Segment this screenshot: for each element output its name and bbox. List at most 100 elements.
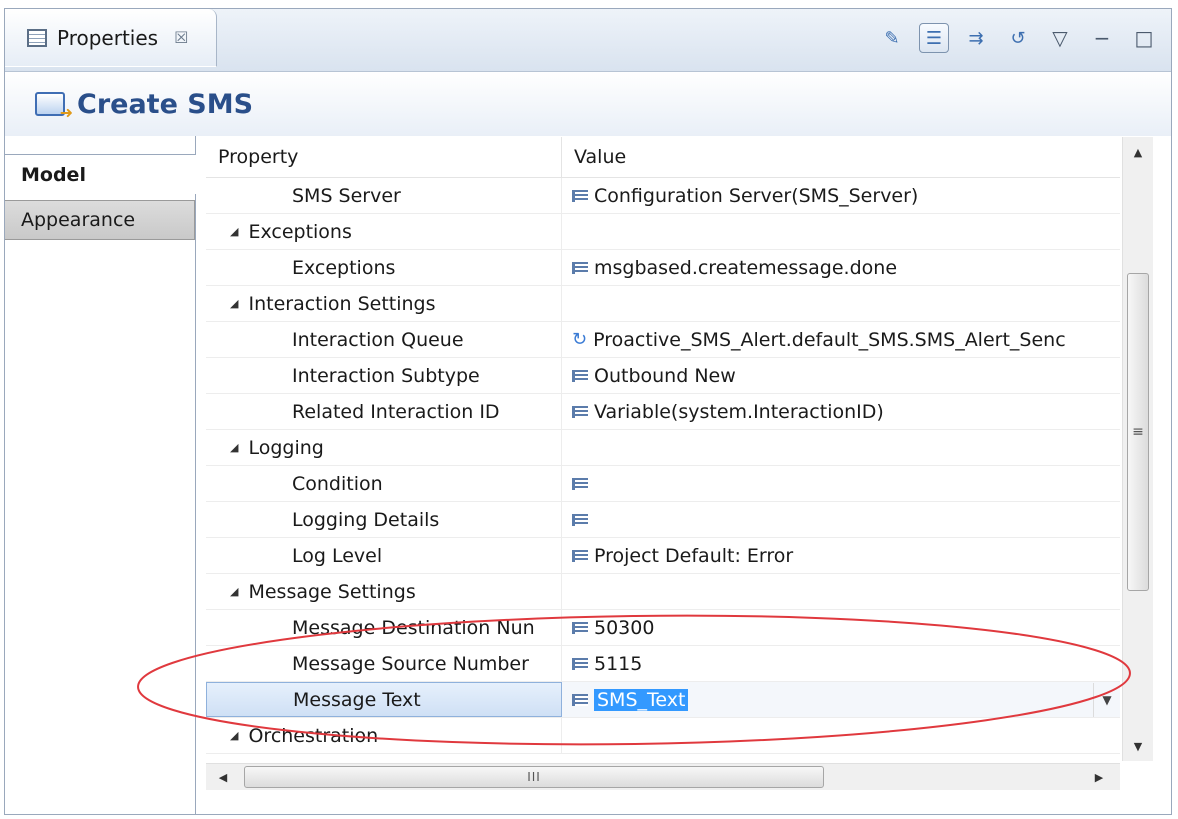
tab-model[interactable]: Model [5,154,196,194]
value-cell[interactable] [562,466,1120,501]
property-cell: ◢ Message Settings [206,574,562,609]
scroll-down-icon[interactable]: ▼ [1123,735,1153,757]
table-row[interactable]: Message Source Number 5115 [206,646,1120,682]
category-row[interactable]: ◢ Interaction Settings [206,286,1120,322]
value-label: Project Default: Error [594,544,794,567]
property-label: Interaction Subtype [292,364,480,387]
expand-triangle-icon[interactable]: ◢ [230,729,238,742]
dropdown-arrow-icon[interactable]: ▼ [1093,682,1120,717]
property-cell: Exceptions [206,250,562,285]
property-label: Message Source Number [292,652,529,675]
column-header-property[interactable]: Property [206,137,562,177]
property-label: Message Text [293,688,421,711]
scroll-right-icon[interactable]: ▶ [1086,764,1112,790]
value-cell[interactable]: SMS_Text ▼ [562,682,1120,717]
property-cell: SMS Server [206,178,562,213]
property-label: Orchestration [248,724,379,747]
value-cell [562,718,1120,753]
value-cell[interactable]: msgbased.createmessage.done [562,250,1120,285]
value-cell[interactable]: 50300 [562,610,1120,645]
category-row[interactable]: ◢ Exceptions [206,214,1120,250]
section-tabs: Model Appearance [5,136,196,814]
value-cell [562,214,1120,249]
scroll-left-icon[interactable]: ◀ [210,764,236,790]
property-cell: Message Destination Nun [206,610,562,645]
pin-icon[interactable]: ✎ [877,23,907,53]
table-row[interactable]: Message Destination Nun 50300 [206,610,1120,646]
value-cell[interactable]: Outbound New [562,358,1120,393]
value-list-icon [572,693,588,706]
tab-appearance[interactable]: Appearance [5,200,195,240]
view-menu-icon[interactable]: ▽ [1045,23,1075,53]
table-row[interactable]: Log Level Project Default: Error [206,538,1120,574]
value-cell[interactable]: ↻ Proactive_SMS_Alert.default_SMS.SMS_Ale… [562,322,1120,357]
value-list-icon [572,549,588,562]
value-list-icon [572,405,588,418]
horizontal-scroll-thumb[interactable]: III [244,766,824,788]
value-label: Proactive_SMS_Alert.default_SMS.SMS_Aler… [593,328,1066,351]
expand-triangle-icon[interactable]: ◢ [230,441,238,454]
value-input[interactable]: SMS_Text [594,688,689,711]
table-row[interactable]: Exceptions msgbased.createmessage.done [206,250,1120,286]
show-advanced-icon[interactable]: ⇉ [961,23,991,53]
property-cell: Message Source Number [206,646,562,681]
horizontal-scrollbar[interactable]: ◀ III ▶ [206,763,1120,790]
property-cell: ◢ Exceptions [206,214,562,249]
view-title-bar: Properties ☒ ✎ ☰ ⇉ ↺ ▽ − □ [5,9,1171,72]
property-cell: Related Interaction ID [206,394,562,429]
value-cell[interactable]: Variable(system.InteractionID) [562,394,1120,429]
expand-triangle-icon[interactable]: ◢ [230,297,238,310]
value-label: Outbound New [594,364,736,387]
property-label: Exceptions [292,256,396,279]
queue-icon: ↻ [572,329,588,350]
value-cell [562,286,1120,321]
table-row[interactable]: Interaction Queue ↻ Proactive_SMS_Alert.de… [206,322,1120,358]
value-label: Variable(system.InteractionID) [594,400,884,423]
property-label: Logging Details [292,508,440,531]
column-header-value[interactable]: Value [562,137,1120,177]
properties-tab[interactable]: Properties ☒ [5,9,217,67]
property-cell: Log Level [206,538,562,573]
value-list-icon [572,513,588,526]
property-cell: Interaction Queue [206,322,562,357]
expand-triangle-icon[interactable]: ◢ [230,225,238,238]
value-label: 50300 [594,616,655,639]
property-label: Logging [248,436,324,459]
table-row[interactable]: Logging Details [206,502,1120,538]
value-list-icon [572,261,588,274]
expand-triangle-icon[interactable]: ◢ [230,585,238,598]
property-label: Exceptions [248,220,352,243]
value-list-icon [572,477,588,490]
close-icon[interactable]: ☒ [174,28,188,47]
restore-default-icon[interactable]: ↺ [1003,23,1033,53]
maximize-icon[interactable]: □ [1129,23,1159,53]
properties-tab-label: Properties [57,25,159,50]
value-cell[interactable]: Project Default: Error [562,538,1120,573]
value-list-icon [572,189,588,202]
show-categories-icon[interactable]: ☰ [919,23,949,53]
property-label: Interaction Queue [292,328,464,351]
table-row[interactable]: Related Interaction ID Variable(system.In… [206,394,1120,430]
value-cell[interactable] [562,502,1120,537]
table-row[interactable]: Message Text SMS_Text ▼ [206,682,1120,718]
property-label: Related Interaction ID [292,400,500,423]
create-sms-icon [35,92,73,122]
vertical-scrollbar[interactable]: ▲ ≡ ▼ [1122,137,1153,761]
value-list-icon [572,369,588,382]
table-row[interactable]: Interaction Subtype Outbound New [206,358,1120,394]
scroll-up-icon[interactable]: ▲ [1123,141,1153,163]
value-cell[interactable]: Configuration Server(SMS_Server) [562,178,1120,213]
value-cell[interactable]: 5115 [562,646,1120,681]
category-row[interactable]: ◢ Message Settings [206,574,1120,610]
page-title: Create SMS [77,88,254,120]
vertical-scroll-thumb[interactable]: ≡ [1127,273,1149,591]
category-row[interactable]: ◢ Orchestration [206,718,1120,754]
value-label: Configuration Server(SMS_Server) [594,184,919,207]
value-list-icon [572,621,588,634]
table-row[interactable]: SMS Server Configuration Server(SMS_Serve… [206,178,1120,214]
table-row[interactable]: Condition [206,466,1120,502]
category-row[interactable]: ◢ Logging [206,430,1120,466]
property-label: Message Settings [248,580,416,603]
minimize-icon[interactable]: − [1087,23,1117,53]
value-label: msgbased.createmessage.done [594,256,898,279]
